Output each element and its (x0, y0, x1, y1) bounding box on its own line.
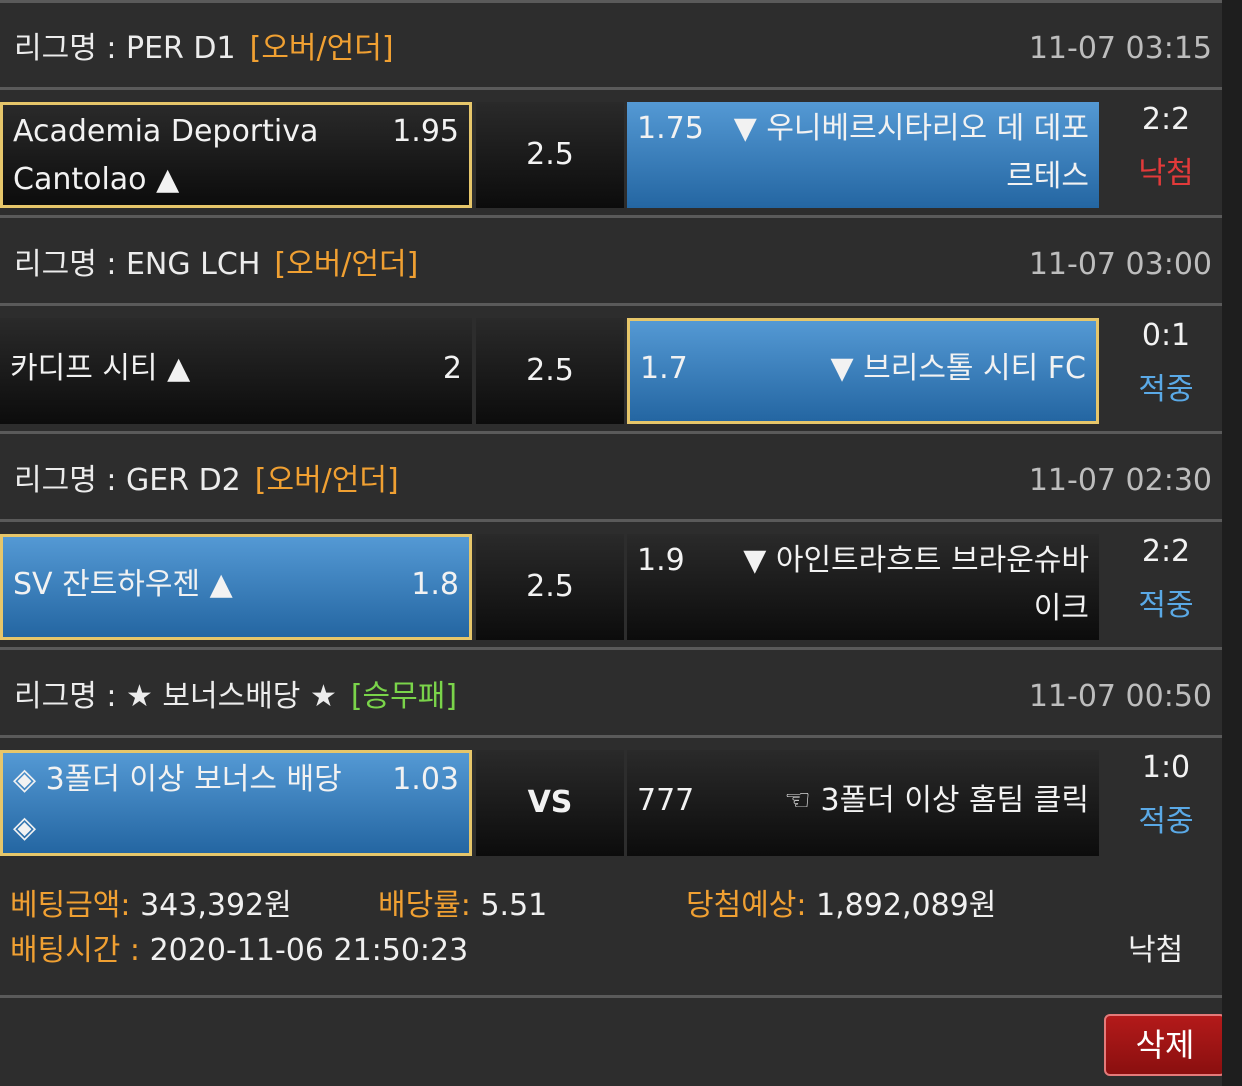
handicap-cell[interactable]: 2.5 (476, 102, 624, 208)
away-odds: 777 (637, 783, 695, 818)
delete-button[interactable]: 삭제 (1104, 1014, 1226, 1076)
league-header: 리그명 : GER D2 [오버/언더] 11-07 02:30 (0, 440, 1222, 522)
home-odds: 1.95 (392, 114, 459, 149)
match-row: 카디프 시티 ▲ 2 2.5 1.7 ▼ 브리스톨 시티 FC 0:1 적중 (0, 318, 1222, 430)
bet-type: [오버/언더] (274, 247, 419, 282)
home-team-cell[interactable]: 카디프 시티 ▲ 2 (0, 318, 472, 424)
match-time: 11-07 02:30 (1028, 463, 1212, 498)
odds-label: 배당률: (378, 888, 471, 923)
match-score: 1:0 (1141, 750, 1191, 785)
handicap-cell[interactable]: 2.5 (476, 534, 624, 640)
home-odds: 1.8 (411, 567, 459, 602)
bet-amount: 베팅금액: 343,392원 (10, 880, 292, 924)
divider (0, 431, 1222, 434)
league-header: 리그명 : ENG LCH [오버/언더] 11-07 03:00 (0, 224, 1222, 306)
away-team-cell[interactable]: 1.9 ▼ 아인트라흐트 브라운슈바 이크 (627, 534, 1099, 640)
bet-history-panel: 리그명 : PER D1 [오버/언더] 11-07 03:15 Academia… (0, 0, 1226, 1086)
home-team-name: ◈ 3폴더 이상 보너스 배당 (13, 762, 342, 797)
home-team-cell[interactable]: Academia Deportiva Cantolao ▲ 1.95 (0, 102, 472, 208)
league-header: 리그명 : ★ 보너스배당 ★ [승무패] 11-07 00:50 (0, 656, 1222, 738)
bet-type: [승무패] (350, 679, 458, 714)
expected-value: 1,892,089원 (816, 888, 997, 923)
divider (0, 87, 1222, 90)
away-odds: 1.7 (640, 351, 688, 386)
home-odds: 2 (442, 351, 462, 386)
away-team-name-line2: 르테스 (1006, 159, 1089, 194)
away-team-name: ▼ 브리스톨 시티 FC (830, 351, 1086, 386)
match-score: 0:1 (1141, 318, 1191, 353)
odds-summary: 배당률: 5.51 (378, 880, 547, 924)
match-score: 2:2 (1141, 102, 1191, 137)
bet-amount-label: 베팅금액: (10, 888, 131, 923)
result-status: 적중 (1138, 588, 1194, 623)
home-team-name-line2: ◈ (13, 810, 37, 845)
away-team-cell[interactable]: 777 ☜ 3폴더 이상 홈팀 클릭 (627, 750, 1099, 856)
home-team-name: SV 잔트하우젠 ▲ (13, 567, 233, 602)
handicap-value: 2.5 (526, 569, 574, 604)
league-label: 리그명 : PER D1 [오버/언더] (14, 31, 394, 66)
home-odds: 1.03 (392, 762, 459, 797)
match-row: Academia Deportiva Cantolao ▲ 1.95 2.5 1… (0, 102, 1222, 214)
handicap-value: 2.5 (526, 353, 574, 388)
away-team-cell[interactable]: 1.75 ▼ 우니베르시타리오 데 데포 르테스 (627, 102, 1099, 208)
away-team-name: ☜ 3폴더 이상 홈팀 클릭 (784, 783, 1089, 818)
away-team-cell[interactable]: 1.7 ▼ 브리스톨 시티 FC (627, 318, 1099, 424)
bet-type: [오버/언더] (249, 31, 394, 66)
bet-time-value: 2020-11-06 21:50:23 (149, 933, 469, 968)
odds-value: 5.51 (480, 888, 548, 923)
away-odds: 1.9 (637, 543, 685, 578)
league-header: 리그명 : PER D1 [오버/언더] 11-07 03:15 (0, 8, 1222, 90)
overall-status: 낙첨 (1128, 933, 1184, 968)
home-team-name: 카디프 시티 ▲ (10, 351, 191, 386)
divider (0, 519, 1222, 522)
match-row: SV 잔트하우젠 ▲ 1.8 2.5 1.9 ▼ 아인트라흐트 브라운슈바 이크… (0, 534, 1222, 646)
expected-winnings: 당첨예상: 1,892,089원 (686, 880, 996, 924)
away-team-name-line2: 이크 (1033, 591, 1089, 626)
divider (0, 215, 1222, 218)
divider (0, 647, 1222, 650)
away-team-name: ▼ 우니베르시타리오 데 데포 (733, 111, 1089, 146)
league-label: 리그명 : ★ 보너스배당 ★ [승무패] (14, 679, 458, 714)
away-odds: 1.75 (637, 111, 704, 146)
result-status: 적중 (1138, 372, 1194, 407)
league-label: 리그명 : ENG LCH [오버/언더] (14, 247, 419, 282)
result-status: 낙첨 (1138, 156, 1194, 191)
home-team-name: Academia Deportiva (13, 114, 319, 149)
match-score: 2:2 (1141, 534, 1191, 569)
away-team-name: ▼ 아인트라흐트 브라운슈바 (743, 543, 1089, 578)
expected-label: 당첨예상: (686, 888, 807, 923)
divider (0, 735, 1222, 738)
bet-type: [오버/언더] (254, 463, 399, 498)
home-team-cell[interactable]: ◈ 3폴더 이상 보너스 배당 ◈ 1.03 (0, 750, 472, 856)
scroll-edge (1222, 0, 1242, 1086)
handicap-cell[interactable]: 2.5 (476, 318, 624, 424)
divider (0, 303, 1222, 306)
handicap-value: 2.5 (526, 137, 574, 172)
match-row: ◈ 3폴더 이상 보너스 배당 ◈ 1.03 VS 777 ☜ 3폴더 이상 홈… (0, 750, 1222, 862)
home-team-name-line2: Cantolao ▲ (13, 162, 180, 197)
bet-time: 배팅시간 : 2020-11-06 21:50:23 (10, 925, 468, 969)
vs-cell[interactable]: VS (476, 750, 624, 856)
divider (0, 0, 1222, 3)
home-team-cell[interactable]: SV 잔트하우젠 ▲ 1.8 (0, 534, 472, 640)
result-status: 적중 (1138, 804, 1194, 839)
match-time: 11-07 00:50 (1028, 679, 1212, 714)
bet-amount-value: 343,392원 (140, 888, 292, 923)
bet-time-label: 배팅시간 : (10, 933, 141, 968)
divider (0, 995, 1222, 998)
match-time: 11-07 03:15 (1028, 31, 1212, 66)
match-time: 11-07 03:00 (1028, 247, 1212, 282)
league-label: 리그명 : GER D2 [오버/언더] (14, 463, 399, 498)
vs-label: VS (527, 785, 573, 820)
